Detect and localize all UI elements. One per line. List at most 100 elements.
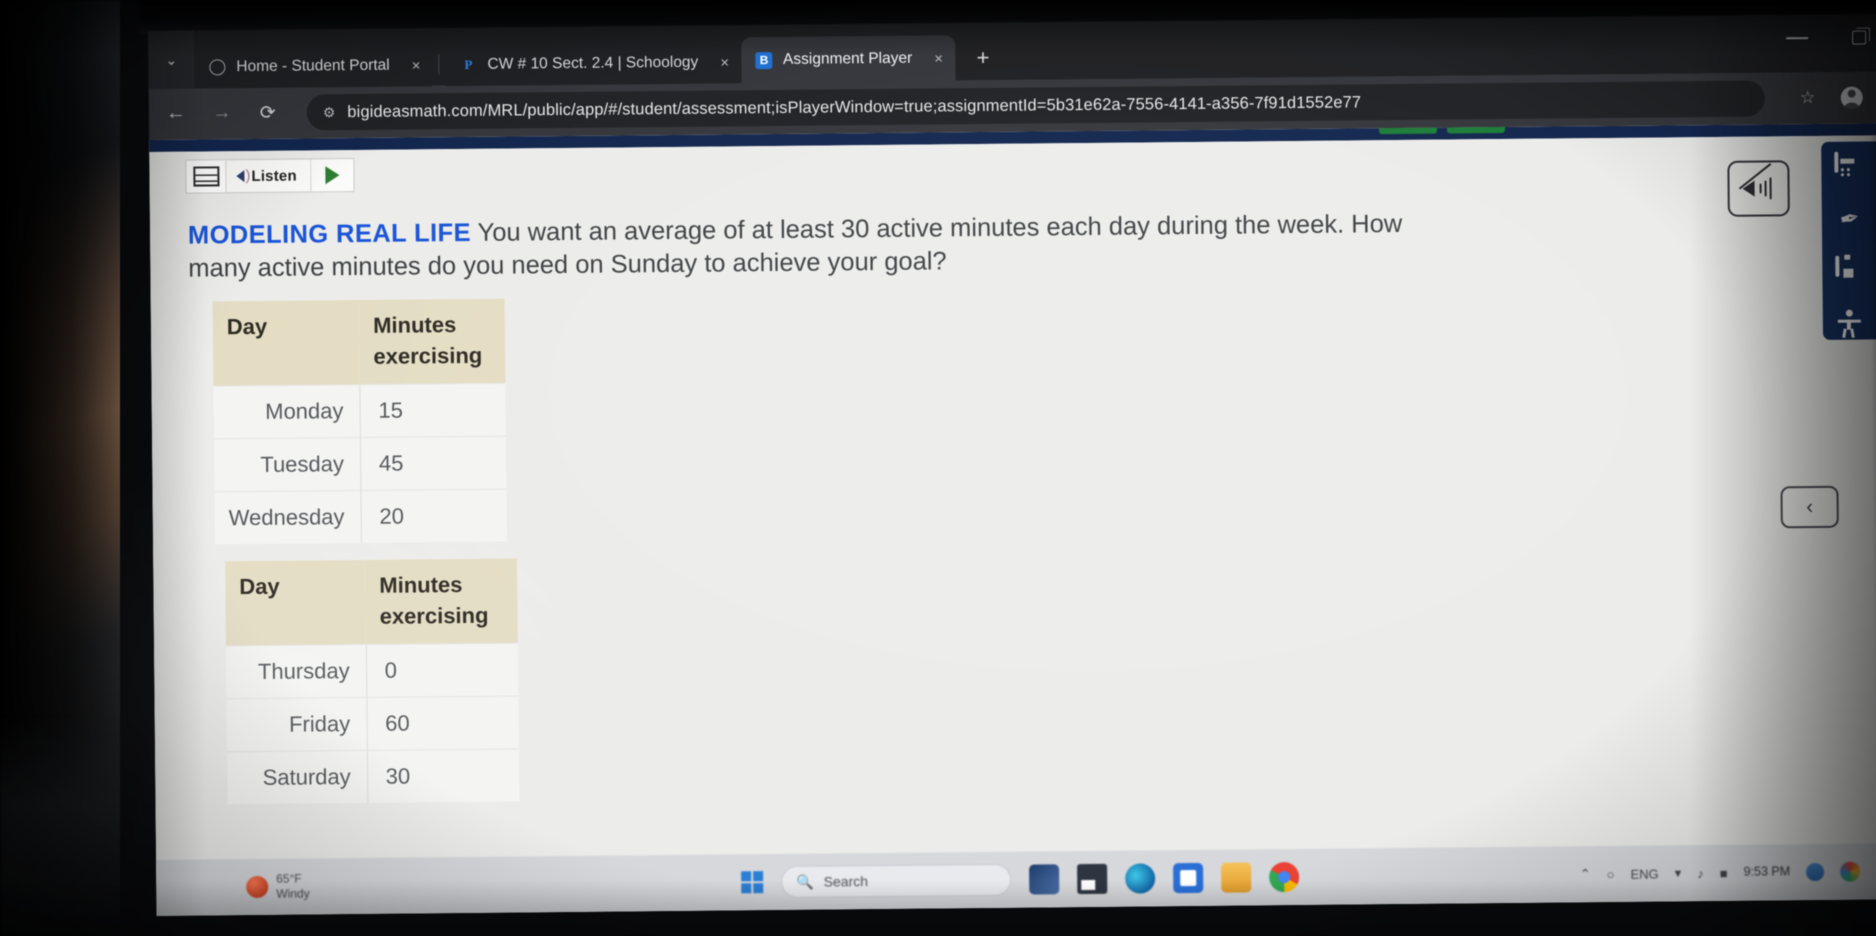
page-edge-shadow (1869, 135, 1876, 900)
tab-title: Assignment Player (782, 49, 913, 68)
table-row: Wednesday 20 (214, 489, 507, 545)
table-header-minutes: Minutes exercising (358, 298, 506, 385)
browser-tab-home-student-portal[interactable]: Home - Student Portal × (194, 44, 433, 89)
table-cell-day: Thursday (225, 644, 367, 700)
back-button[interactable]: ← (163, 103, 189, 125)
play-icon (325, 166, 340, 185)
store-icon[interactable] (1173, 862, 1204, 894)
mute-speaker-icon (1738, 163, 1776, 201)
taskbar-center: 🔍 Search (741, 861, 1300, 898)
table-header-day: Day (212, 299, 360, 387)
table-cell-minutes: 15 (359, 383, 506, 438)
table-header-minutes: Minutes exercising (365, 558, 518, 645)
widgets-icon[interactable] (1029, 864, 1060, 895)
restore-icon[interactable] (1852, 30, 1867, 45)
exercise-table-1: Day Minutes exercising Monday 15 Tuesday… (212, 298, 507, 545)
table-cell-day: Saturday (226, 750, 368, 805)
mute-speaker-button[interactable] (1727, 160, 1790, 217)
bigideas-icon: B (755, 51, 773, 69)
table-cell-day: Tuesday (213, 437, 361, 493)
table-cell-minutes: 20 (360, 489, 507, 544)
laptop-screen: ⌄ Home - Student Portal × P CW # 10 Sect… (148, 13, 1876, 916)
listen-widget[interactable]: Listen (185, 158, 355, 194)
wifi-icon[interactable]: ▾ (1675, 865, 1682, 881)
browser-tab-assignment-player[interactable]: B Assignment Player × (740, 35, 956, 84)
table-cell-minutes: 60 (366, 696, 519, 751)
system-tray: ⌃ ○ ENG ▾ ♪ ■ 9:53 PM (1580, 861, 1861, 885)
notes-icon[interactable] (1835, 255, 1865, 288)
tab-close-icon[interactable]: × (720, 54, 729, 71)
exercise-table-2: Day Minutes exercising Thursday 0 Friday… (225, 558, 520, 805)
search-placeholder: Search (823, 873, 869, 890)
question-text: MODELING REAL LIFE You want an average o… (188, 208, 1449, 286)
readspeaker-icon (186, 160, 227, 193)
volume-icon[interactable]: ♪ (1697, 866, 1704, 881)
annotate-icon[interactable]: ✒ (1835, 205, 1865, 236)
language-indicator[interactable]: ENG (1630, 866, 1658, 881)
weather-widget[interactable]: 65°F Windy (246, 870, 426, 902)
tray-overflow-icon[interactable]: ⌃ (1580, 866, 1591, 882)
globe-icon (208, 58, 226, 76)
speaker-icon (236, 170, 245, 183)
forward-button[interactable]: → (209, 102, 235, 124)
table-cell-minutes: 45 (360, 436, 507, 491)
battery-icon[interactable]: ■ (1720, 865, 1728, 880)
address-bar[interactable]: ⚙ bigideasmath.com/MRL/public/app/#/stud… (306, 80, 1765, 131)
accessibility-icon[interactable] (1836, 309, 1866, 340)
tab-title: CW # 10 Sect. 2.4 | Schoology (487, 53, 699, 73)
table-cell-day: Friday (226, 697, 367, 753)
weather-icon (246, 875, 269, 899)
reload-button[interactable]: ⟳ (255, 101, 281, 124)
listen-button[interactable]: Listen (226, 159, 312, 193)
chrome-icon[interactable] (1269, 861, 1300, 893)
windows-start-icon[interactable] (741, 871, 764, 894)
table-row: Thursday 0 (225, 643, 519, 700)
table-cell-minutes: 0 (365, 643, 519, 698)
new-tab-button[interactable]: + (969, 45, 997, 71)
table-cell-day: Wednesday (214, 490, 362, 545)
minimize-icon[interactable] (1786, 37, 1809, 40)
clock-time: 9:53 PM (1743, 864, 1791, 879)
teams-icon[interactable] (1077, 863, 1108, 895)
table-cell-day: Monday (213, 384, 361, 440)
taskbar-search[interactable]: 🔍 Search (781, 863, 1012, 898)
window-controls (1786, 30, 1867, 46)
profile-avatar[interactable] (1840, 86, 1863, 109)
weather-condition: Windy (276, 886, 310, 901)
address-bar-url: bigideasmath.com/MRL/public/app/#/studen… (347, 92, 1362, 121)
tool-rail: ✒ (1821, 141, 1876, 340)
file-explorer-icon[interactable] (1221, 862, 1252, 893)
schoology-icon: P (464, 56, 473, 72)
table-header-day: Day (225, 559, 366, 647)
question-tag: MODELING REAL LIFE (187, 218, 472, 250)
listen-label: Listen (251, 167, 297, 185)
notification-icon[interactable] (1806, 862, 1825, 882)
taskbar-clock[interactable]: 9:53 PM (1744, 864, 1791, 880)
bookmark-star-icon[interactable]: ☆ (1795, 88, 1821, 108)
onedrive-icon[interactable]: ○ (1607, 866, 1615, 881)
edge-icon[interactable] (1125, 863, 1156, 894)
copilot-icon[interactable] (1840, 861, 1861, 882)
calculator-icon[interactable] (1834, 151, 1864, 184)
laptop-photo: ⌄ Home - Student Portal × P CW # 10 Sect… (0, 0, 1876, 936)
page-viewport: Listen MODELING REAL LIFE You want an av… (149, 123, 1876, 916)
search-icon: 🔍 (796, 873, 814, 890)
tab-close-icon[interactable]: × (934, 50, 943, 67)
play-button[interactable] (311, 159, 354, 192)
table-row: Tuesday 45 (213, 436, 507, 493)
assignment-content: Listen MODELING REAL LIFE You want an av… (149, 135, 1876, 916)
table-cell-minutes: 30 (366, 749, 520, 804)
table-row: Monday 15 (213, 383, 506, 440)
table-row: Friday 60 (226, 696, 519, 753)
browser-tab-schoology[interactable]: P CW # 10 Sect. 2.4 | Schoology × (445, 41, 742, 87)
weather-temp: 65°F (276, 871, 302, 886)
tab-close-icon[interactable]: × (412, 57, 421, 74)
previous-question-button[interactable]: ‹ (1780, 485, 1839, 529)
tab-title: Home - Student Portal (236, 56, 390, 76)
tune-icon[interactable]: ⚙ (323, 104, 336, 121)
tab-search-button[interactable]: ⌄ (148, 30, 195, 89)
tab-divider (438, 54, 440, 75)
table-header-row: Day Minutes exercising (212, 298, 506, 387)
table-row: Saturday 30 (226, 749, 520, 805)
table-header-row: Day Minutes exercising (225, 558, 518, 647)
